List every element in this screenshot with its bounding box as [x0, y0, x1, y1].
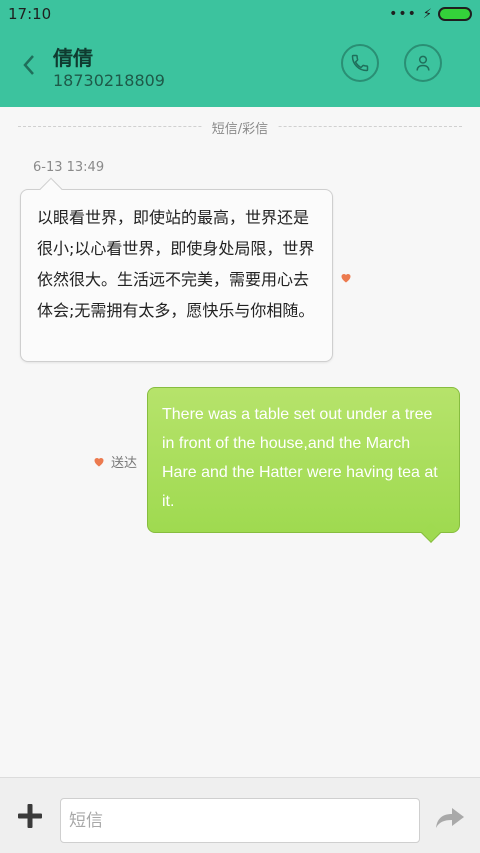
- thread-type-label: 短信/彩信: [0, 118, 480, 137]
- phone-icon: [351, 54, 369, 72]
- signal-dots-icon: •••: [389, 6, 417, 22]
- favorite-heart-icon[interactable]: [340, 268, 352, 287]
- delivery-status: 送达: [93, 452, 137, 471]
- incoming-message-bubble[interactable]: 以眼看世界，即使站的最高，世界还是很小;以心看世界，即使身处局限，世界依然很大。…: [20, 177, 333, 362]
- back-button[interactable]: [14, 50, 44, 80]
- contact-profile-button[interactable]: [404, 44, 442, 82]
- back-icon: [23, 55, 34, 75]
- outgoing-message-text: There was a table set out under a tree i…: [162, 406, 438, 510]
- composer-bar: [0, 777, 480, 853]
- charging-icon: ⚡: [422, 6, 432, 22]
- call-button[interactable]: [341, 44, 379, 82]
- header: 17:10 ••• ⚡ 倩倩 18730218809: [0, 0, 480, 107]
- status-icons: ••• ⚡: [389, 4, 472, 24]
- delivery-status-text: 送达: [111, 456, 138, 471]
- person-icon: [416, 55, 430, 71]
- status-bar: 17:10 ••• ⚡: [0, 0, 480, 28]
- bubble-tail: [421, 523, 441, 543]
- thread-type-text: 短信/彩信: [201, 122, 279, 137]
- app-bar: 倩倩 18730218809: [0, 28, 480, 107]
- send-arrow-icon: [436, 808, 464, 828]
- outgoing-message-bubble[interactable]: There was a table set out under a tree i…: [147, 387, 460, 543]
- attach-button[interactable]: [14, 800, 46, 832]
- bubble-tail: [39, 177, 63, 201]
- send-button[interactable]: [432, 802, 468, 834]
- incoming-message-text: 以眼看世界，即使站的最高，世界还是很小;以心看世界，即使身处局限，世界依然很大。…: [37, 208, 315, 320]
- plus-icon: [18, 804, 42, 828]
- status-time: 17:10: [8, 5, 52, 23]
- contact-number: 18730218809: [53, 71, 165, 90]
- message-input[interactable]: [60, 798, 420, 843]
- battery-icon: [438, 7, 472, 21]
- heart-icon[interactable]: [93, 456, 105, 467]
- contact-name: 倩倩: [53, 46, 93, 70]
- message-timestamp: 6-13 13:49: [33, 160, 105, 175]
